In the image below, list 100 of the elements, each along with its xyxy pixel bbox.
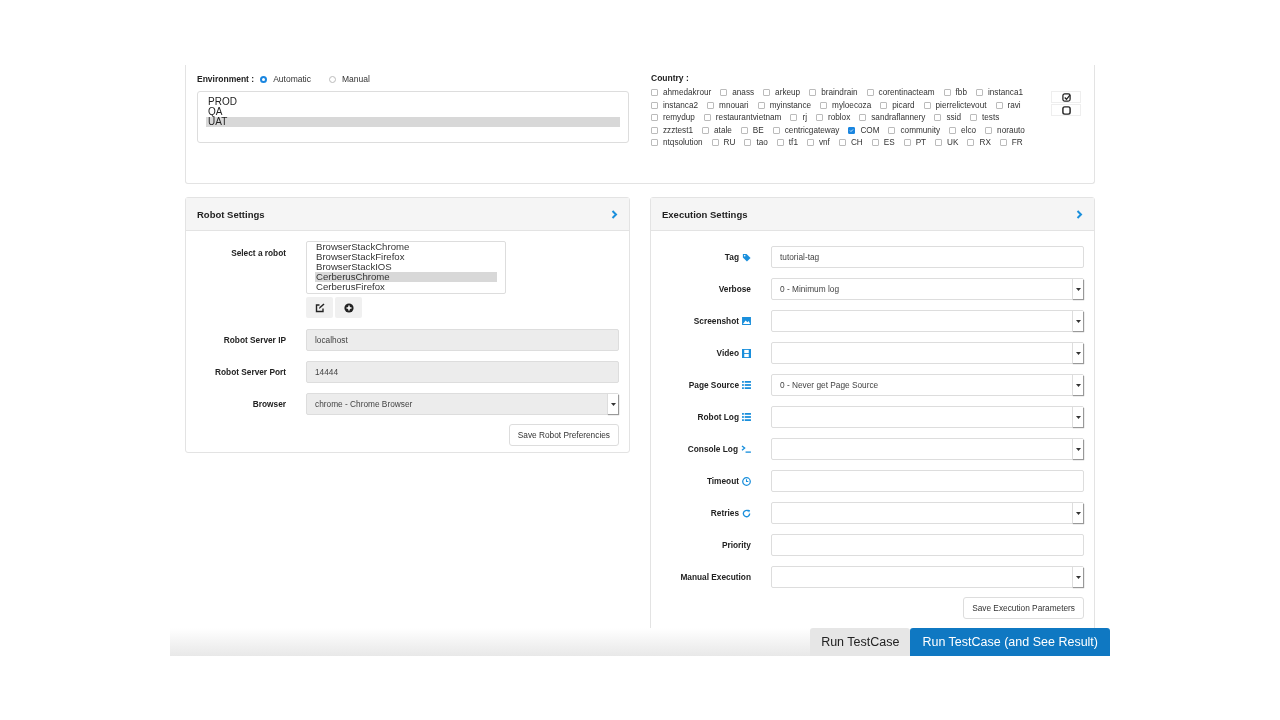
field-label: Robot Server Port	[214, 367, 286, 377]
robot-option[interactable]: BrowserStackFirefox	[315, 252, 497, 262]
country-checkbox[interactable]: BE	[740, 124, 764, 136]
country-checkbox[interactable]: braindrain	[809, 87, 858, 99]
country-checkbox[interactable]: sandraflannery	[859, 112, 926, 124]
country-checkbox[interactable]: roblox	[815, 112, 851, 124]
input-field[interactable]	[771, 534, 1084, 556]
select-field[interactable]	[771, 566, 1084, 588]
country-checkbox[interactable]: corentinacteam	[866, 87, 935, 99]
country-checkbox[interactable]: rj	[790, 112, 807, 124]
caret-icon	[1075, 351, 1081, 355]
list-icon	[742, 381, 751, 389]
country-checkbox[interactable]: FR	[999, 137, 1023, 149]
environment-list[interactable]: PROD QA UAT	[197, 91, 629, 143]
country-checkbox[interactable]: tests	[970, 112, 1000, 124]
country-checkbox[interactable]: remydup	[651, 112, 695, 124]
country-checkbox[interactable]: ES	[871, 137, 895, 149]
country-checkbox[interactable]: vnf	[806, 137, 830, 149]
chevron-icon	[1076, 209, 1083, 219]
field-label: Retries	[710, 508, 739, 518]
country-checkbox[interactable]: zzztest1	[651, 124, 694, 136]
caret-icon	[610, 402, 616, 406]
country-checkbox[interactable]: pierrelictevout	[923, 99, 987, 111]
caret-icon	[1075, 575, 1081, 579]
film-icon	[742, 348, 751, 358]
country-checkbox[interactable]: atale	[702, 124, 732, 136]
clock-icon	[742, 476, 751, 486]
country-checkbox[interactable]: RX	[967, 137, 991, 149]
country-checkbox[interactable]: tao	[744, 137, 768, 149]
check-icon	[849, 127, 855, 133]
robot-option[interactable]: CerberusChrome	[315, 272, 497, 282]
environment-option[interactable]: PROD	[206, 97, 620, 107]
input-field[interactable]	[771, 470, 1084, 492]
country-label: Country :	[651, 73, 690, 83]
plus-circle-icon	[343, 302, 354, 313]
robot-option[interactable]: BrowserStackChrome	[315, 242, 497, 252]
field-label: Video	[716, 348, 739, 358]
field-label: Screenshot	[693, 316, 739, 326]
panel-header[interactable]: Execution Settings	[651, 198, 1094, 231]
add-button[interactable]	[335, 297, 362, 318]
environment-label: Environment :	[197, 74, 255, 84]
country-checkbox[interactable]: ssid	[934, 112, 961, 124]
field-label: Timeout	[706, 476, 739, 486]
field-label: Browser	[251, 399, 286, 409]
field-label: Verbose	[718, 284, 751, 294]
environment-option[interactable]: UAT	[206, 117, 620, 127]
field-label: Robot Log	[697, 412, 739, 422]
country-checkbox[interactable]: anass	[720, 87, 755, 99]
field-label: Robot Server IP	[222, 335, 286, 345]
edit-button[interactable]	[306, 297, 333, 318]
select-field[interactable]	[771, 438, 1084, 460]
country-checkbox[interactable]: community	[888, 124, 941, 136]
country-checkbox[interactable]: tf1	[776, 137, 798, 149]
select-field[interactable]: 0 - Never get Page Source	[771, 374, 1084, 396]
select-all-button[interactable]	[1051, 91, 1081, 103]
country-checkbox[interactable]: ravi	[995, 99, 1021, 111]
country-checkbox[interactable]: restaurantvietnam	[703, 112, 782, 124]
country-checkbox[interactable]: CH	[838, 137, 863, 149]
radio-option[interactable]: Automatic	[260, 74, 311, 84]
country-checkbox[interactable]: ahmedakrour	[651, 87, 712, 99]
environment-option[interactable]: QA	[206, 107, 620, 117]
robot-list[interactable]: BrowserStackChrome BrowserStackFirefox BrowserStackIOS CerberusChrome CerberusFirefox	[306, 241, 506, 294]
country-checkbox[interactable]: centricgateway	[772, 124, 840, 136]
country-checkbox[interactable]: RU	[711, 137, 736, 149]
country-checkbox[interactable]: arkeup	[763, 87, 801, 99]
chevron-icon	[611, 209, 618, 219]
country-checkbox[interactable]: picard	[880, 99, 915, 111]
country-checkbox[interactable]: myinstance	[757, 99, 812, 111]
caret-icon	[1075, 447, 1081, 451]
country-checkbox[interactable]: norauto	[985, 124, 1025, 136]
image-icon	[742, 317, 751, 325]
country-checkbox[interactable]: ntqsolution	[651, 137, 703, 149]
robot-option[interactable]: BrowserStackIOS	[315, 262, 497, 272]
select-field[interactable]	[771, 502, 1084, 524]
save-execution-parameters-button[interactable]: Save Execution Parameters	[963, 597, 1084, 619]
select-field[interactable]: 0 - Minimum log	[771, 278, 1084, 300]
input-field[interactable]: tutorial-tag	[771, 246, 1084, 268]
country-checkbox[interactable]: myloecoza	[820, 99, 872, 111]
country-checkbox[interactable]: elco	[949, 124, 977, 136]
radio-option[interactable]: Manual	[328, 74, 370, 84]
select-field[interactable]	[771, 406, 1084, 428]
country-checkbox[interactable]: PT	[903, 137, 927, 149]
tag-icon	[742, 252, 751, 262]
field-label: Console Log	[687, 444, 738, 454]
caret-icon	[1075, 383, 1081, 387]
robot-option[interactable]: CerberusFirefox	[315, 282, 497, 292]
run-button[interactable]: Run TestCase	[810, 628, 911, 656]
country-checkbox[interactable]: instanca1	[975, 87, 1023, 99]
country-checkbox[interactable]: fbb	[943, 87, 967, 99]
country-checkbox[interactable]: instanca2	[651, 99, 699, 111]
field-label: Page Source	[688, 380, 739, 390]
country-checkbox[interactable]: UK	[935, 137, 959, 149]
panel-header[interactable]: Robot Settings	[186, 198, 629, 231]
country-checkbox[interactable]: COM	[848, 124, 880, 136]
select-field[interactable]	[771, 310, 1084, 332]
select-field[interactable]	[771, 342, 1084, 364]
select-none-button[interactable]	[1051, 104, 1081, 116]
country-checkbox[interactable]: mnouari	[707, 99, 749, 111]
run-and-see-result-button[interactable]: Run TestCase (and See Result)	[910, 628, 1110, 656]
save-robot-preferences-button[interactable]: Save Robot Preferencies	[508, 424, 619, 446]
